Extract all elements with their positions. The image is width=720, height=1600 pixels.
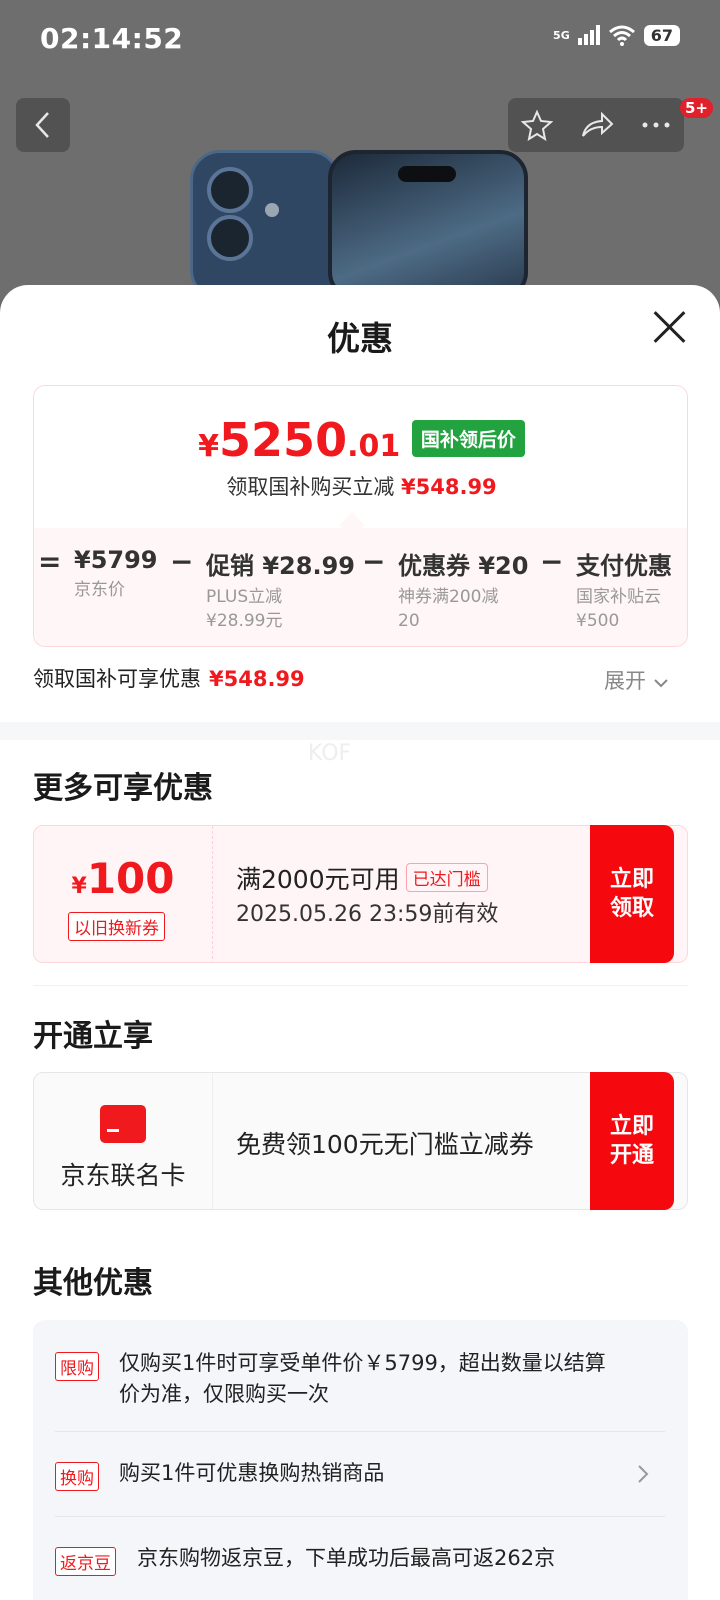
status-bar: 02:14:52 5G 67 — [0, 0, 720, 80]
breakdown-item-coupon: 优惠券 ¥20 神券满200减20 — [398, 546, 538, 633]
top-action-group — [508, 98, 684, 152]
coupon-type-label: 以旧换新券 — [68, 912, 165, 941]
breakdown-value: 促销 ¥28.99 — [206, 552, 355, 580]
price-tag: 国补领后价 — [411, 420, 525, 457]
status-time: 02:14:52 — [40, 22, 184, 55]
price-subtitle-amount: ¥548.99 — [401, 475, 497, 499]
row-tag: 换购 — [55, 1462, 99, 1491]
section-divider — [0, 722, 720, 740]
breakdown-value: ¥5799 — [74, 546, 158, 574]
price-card: ¥5250.01 国补领后价 领取国补购买立减 ¥548.99 = ¥5799 … — [33, 385, 688, 647]
star-icon[interactable] — [521, 109, 554, 141]
breakdown-desc: PLUS立减 ¥28.99元 — [206, 587, 283, 631]
signal-icon — [577, 25, 600, 45]
card-offer-text: 免费领100元无门槛立减券 — [236, 1130, 534, 1159]
sheet-title: 优惠 — [327, 319, 393, 358]
coupon-divider — [212, 826, 213, 962]
row-divider — [55, 1431, 665, 1432]
row-text: 京东购物返京豆，下单成功后最高可返262京 — [137, 1546, 556, 1570]
breakdown-operator: − — [540, 545, 564, 578]
coupon-amount: ¥100 — [34, 854, 212, 903]
battery-indicator: 67 — [643, 24, 680, 46]
watermark: KOF — [308, 741, 352, 766]
product-image — [190, 150, 530, 300]
coupon-value-panel: ¥100 以旧换新券 — [34, 826, 212, 962]
price-breakdown: = ¥5799 京东价 − 促销 ¥28.99 PLUS立减 ¥28.99元 −… — [34, 528, 687, 646]
section-rule — [33, 985, 688, 986]
more-discounts-title: 更多可享优惠 — [33, 771, 213, 806]
expand-label: 展开 — [604, 669, 646, 693]
claim-coupon-button[interactable]: 立即领取 — [590, 825, 674, 963]
breakdown-item-base: ¥5799 京东价 — [74, 546, 184, 602]
open-card-button[interactable]: 立即开通 — [590, 1072, 674, 1210]
list-item[interactable]: 换购 购买1件可优惠换购热销商品 — [55, 1460, 665, 1500]
share-icon[interactable] — [580, 110, 614, 140]
breakdown-item-payment: 支付优惠 国家补贴云 ¥500 — [576, 546, 686, 633]
status-icons: 5G 67 — [553, 24, 680, 46]
price-subtitle: 领取国补购买立减 ¥548.99 — [34, 471, 687, 501]
final-price: ¥5250.01 国补领后价 — [34, 413, 687, 467]
other-discounts-list: 限购 仅购买1件时可享受单件价￥5799，超出数量以结算价为准，仅限购买一次 换… — [33, 1320, 688, 1600]
coupon-amount-value: 100 — [86, 854, 175, 903]
breakdown-desc: 神券满200减20 — [398, 587, 499, 631]
breakdown-value: 支付优惠 — [576, 552, 672, 580]
more-icon[interactable] — [641, 121, 671, 129]
discount-sheet: 优惠 ¥5250.01 国补领后价 领取国补购买立减 ¥548.99 = ¥57… — [0, 285, 720, 1600]
breakdown-operator: = — [38, 545, 62, 578]
open-card-label: 立即开通 — [609, 1114, 654, 1168]
wifi-icon — [608, 25, 635, 46]
row-text: 购买1件可优惠换购热销商品 — [119, 1461, 385, 1485]
row-tag: 返京豆 — [55, 1547, 116, 1576]
close-button[interactable] — [648, 305, 692, 349]
row-tag: 限购 — [55, 1352, 99, 1381]
breakdown-desc: 国家补贴云 ¥500 — [576, 587, 661, 631]
gov-subsidy-summary: 领取国补可享优惠 ¥548.99 — [33, 663, 305, 693]
list-item: 返京豆 京东购物返京豆，下单成功后最高可返262京 — [55, 1545, 665, 1585]
chevron-right-icon — [638, 1465, 649, 1483]
price-subtitle-text: 领取国补购买立减 — [226, 475, 395, 499]
gov-subsidy-amount: ¥548.99 — [209, 667, 305, 691]
other-discounts-title: 其他优惠 — [33, 1266, 153, 1301]
card-name: 京东联名卡 — [60, 1161, 186, 1190]
card-divider — [212, 1073, 213, 1209]
chevron-down-icon — [653, 679, 668, 688]
chevron-left-icon — [35, 112, 49, 138]
message-badge: 5+ — [680, 98, 714, 118]
row-divider — [55, 1516, 665, 1517]
price-currency: ¥ — [198, 429, 220, 464]
coupon-condition-text: 满2000元可用 — [236, 865, 400, 894]
threshold-reached-chip: 已达门槛 — [405, 863, 488, 892]
network-type: 5G — [553, 28, 570, 42]
breakdown-operator: − — [170, 545, 194, 578]
list-item: 限购 仅购买1件时可享受单件价￥5799，超出数量以结算价为准，仅限购买一次 — [55, 1350, 665, 1420]
coupon-expiry: 2025.05.26 23:59前有效 — [236, 902, 499, 927]
breakdown-desc: 京东价 — [74, 580, 125, 600]
expand-button[interactable]: 展开 — [604, 665, 669, 695]
back-button[interactable] — [16, 98, 70, 152]
breakdown-value: 优惠券 ¥20 — [398, 552, 529, 580]
breakdown-operator: − — [362, 545, 386, 578]
claim-coupon-label: 立即领取 — [609, 867, 654, 921]
price-decimal: .01 — [347, 429, 401, 464]
row-text: 仅购买1件时可享受单件价￥5799，超出数量以结算价为准，仅限购买一次 — [119, 1351, 606, 1406]
gov-subsidy-text: 领取国补可享优惠 — [33, 667, 201, 691]
breakdown-item-promo: 促销 ¥28.99 PLUS立减 ¥28.99元 — [206, 546, 356, 633]
coupon-condition: 满2000元可用 已达门槛 — [236, 860, 488, 896]
coupon-currency: ¥ — [71, 874, 87, 899]
credit-card-icon — [100, 1105, 146, 1143]
open-now-title: 开通立享 — [33, 1019, 153, 1054]
price-integer: 5250 — [219, 413, 348, 467]
